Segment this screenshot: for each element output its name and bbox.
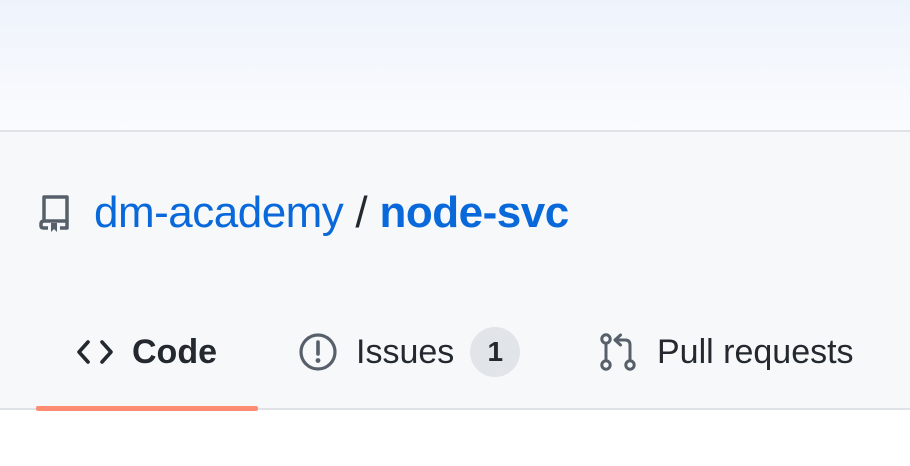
git-pull-request-icon bbox=[599, 332, 639, 372]
tab-label: Pull requests bbox=[657, 332, 854, 371]
repo-owner-link[interactable]: dm-academy bbox=[94, 188, 344, 238]
path-separator: / bbox=[355, 188, 368, 237]
tab-pull-requests[interactable]: Pull requests bbox=[599, 318, 854, 386]
code-icon bbox=[76, 337, 114, 367]
repo-title: dm-academy / node-svc bbox=[38, 183, 569, 243]
tab-label: Issues bbox=[356, 332, 455, 371]
top-banner bbox=[0, 0, 910, 132]
repo-icon bbox=[38, 194, 72, 232]
selected-tab-indicator bbox=[36, 406, 258, 411]
tab-issues[interactable]: Issues 1 bbox=[298, 318, 521, 386]
issues-counter-badge: 1 bbox=[470, 327, 521, 377]
tab-code[interactable]: Code bbox=[76, 318, 217, 386]
issue-opened-icon bbox=[298, 332, 338, 372]
repo-name-link[interactable]: node-svc bbox=[380, 188, 570, 238]
tab-label: Code bbox=[132, 332, 217, 371]
